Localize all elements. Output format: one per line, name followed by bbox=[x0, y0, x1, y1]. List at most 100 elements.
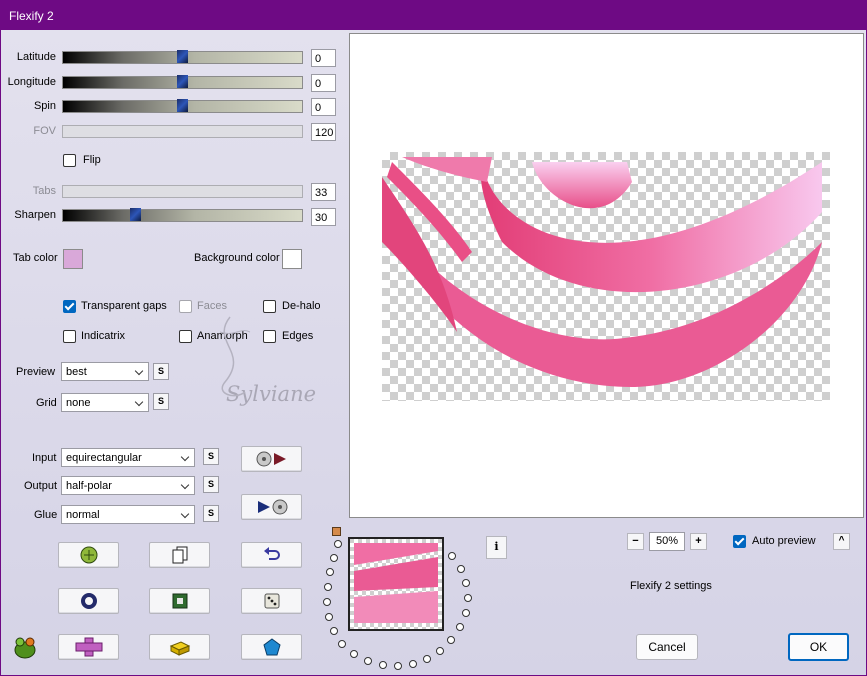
camera-forward-icon bbox=[256, 451, 286, 467]
preview-image bbox=[382, 157, 822, 387]
preview-select[interactable]: best bbox=[61, 362, 149, 381]
input-swap-button[interactable]: S bbox=[203, 448, 219, 465]
title-bar: Flexify 2 bbox=[0, 0, 867, 30]
dice-button[interactable] bbox=[241, 588, 302, 614]
auto-preview-checkbox[interactable] bbox=[733, 535, 746, 548]
edges-checkbox[interactable] bbox=[263, 330, 276, 343]
fov-label: FOV bbox=[33, 125, 56, 137]
input-select-value: equirectangular bbox=[66, 452, 142, 464]
undo-button[interactable] bbox=[241, 542, 302, 568]
tabs-value-field[interactable]: 33 bbox=[311, 183, 336, 201]
brick-icon bbox=[169, 641, 190, 656]
longitude-value-field[interactable]: 0 bbox=[311, 74, 336, 92]
collapse-button[interactable]: ^ bbox=[833, 533, 850, 550]
randomize-button[interactable] bbox=[58, 542, 119, 568]
export-preset-button[interactable] bbox=[241, 446, 302, 472]
edges-label: Edges bbox=[282, 330, 314, 342]
sharpen-slider[interactable] bbox=[62, 208, 303, 222]
output-swap-button[interactable]: S bbox=[203, 476, 219, 493]
navigator-orbit bbox=[323, 540, 472, 670]
grid-select[interactable]: none bbox=[61, 393, 149, 412]
de-halo-label: De-halo bbox=[282, 300, 321, 312]
brick-button[interactable] bbox=[149, 634, 210, 660]
cross-button[interactable] bbox=[58, 634, 119, 660]
ring-button[interactable] bbox=[58, 588, 119, 614]
pentagon-icon bbox=[262, 638, 281, 656]
sharpen-slider-thumb[interactable] bbox=[130, 208, 141, 221]
randomize-icon bbox=[80, 546, 97, 564]
longitude-slider-thumb[interactable] bbox=[177, 75, 188, 88]
chevron-down-icon bbox=[180, 452, 190, 462]
output-select[interactable]: half-polar bbox=[61, 476, 195, 495]
frog-logo-icon bbox=[14, 637, 36, 659]
dice-icon bbox=[264, 593, 279, 609]
auto-preview-label: Auto preview bbox=[752, 535, 816, 547]
tab-color-label: Tab color bbox=[13, 252, 58, 264]
transparent-gaps-checkbox[interactable] bbox=[63, 300, 76, 313]
plus-cross-icon bbox=[75, 637, 102, 657]
frame-button[interactable] bbox=[149, 588, 210, 614]
anamorph-checkbox[interactable] bbox=[179, 330, 192, 343]
faces-label: Faces bbox=[197, 300, 227, 312]
tabs-label: Tabs bbox=[32, 185, 56, 197]
indicatrix-label: Indicatrix bbox=[81, 330, 126, 342]
background-color-label: Background color bbox=[194, 252, 280, 264]
zoom-out-button[interactable]: − bbox=[627, 533, 644, 550]
grid-select-value: none bbox=[66, 397, 91, 409]
tab-color-swatch[interactable] bbox=[63, 249, 83, 269]
fov-slider bbox=[62, 125, 303, 138]
chevron-down-icon bbox=[180, 509, 190, 519]
preview-swap-button[interactable]: S bbox=[153, 363, 169, 380]
glue-swap-button[interactable]: S bbox=[203, 505, 219, 522]
square-frame-icon bbox=[172, 593, 187, 609]
chevron-down-icon bbox=[134, 366, 144, 376]
chevron-down-icon bbox=[134, 397, 144, 407]
output-select-value: half-polar bbox=[66, 480, 112, 492]
sharpen-label: Sharpen bbox=[14, 209, 56, 221]
zoom-in-button[interactable]: + bbox=[690, 533, 707, 550]
spin-label: Spin bbox=[33, 100, 56, 112]
flip-label: Flip bbox=[83, 154, 101, 166]
spin-value-field[interactable]: 0 bbox=[311, 98, 336, 116]
play-camera-icon bbox=[257, 499, 287, 515]
indicatrix-checkbox[interactable] bbox=[63, 330, 76, 343]
faces-checkbox bbox=[179, 300, 192, 313]
transparent-gaps-label: Transparent gaps bbox=[81, 300, 167, 312]
latitude-label: Latitude bbox=[16, 51, 56, 63]
glue-select-value: normal bbox=[66, 509, 100, 521]
copy-icon bbox=[172, 546, 187, 564]
spin-slider-thumb[interactable] bbox=[177, 99, 188, 112]
grid-swap-button[interactable]: S bbox=[153, 393, 169, 410]
tabs-slider bbox=[62, 185, 303, 198]
ring-icon bbox=[80, 593, 97, 609]
longitude-slider[interactable] bbox=[62, 75, 303, 89]
window-title: Flexify 2 bbox=[9, 9, 54, 23]
latitude-value-field[interactable]: 0 bbox=[311, 49, 336, 67]
flip-checkbox[interactable] bbox=[63, 154, 76, 167]
de-halo-checkbox[interactable] bbox=[263, 300, 276, 313]
watermark-flourish-icon bbox=[219, 316, 251, 397]
copy-button[interactable] bbox=[149, 542, 210, 568]
latitude-slider[interactable] bbox=[62, 50, 303, 64]
spin-slider[interactable] bbox=[62, 99, 303, 113]
preview-label: Preview bbox=[16, 366, 56, 378]
sharpen-value-field[interactable]: 30 bbox=[311, 208, 336, 226]
input-select[interactable]: equirectangular bbox=[61, 448, 195, 467]
latitude-slider-thumb[interactable] bbox=[177, 50, 188, 63]
import-preset-button[interactable] bbox=[241, 494, 302, 520]
preview-select-value: best bbox=[66, 366, 87, 378]
output-label: Output bbox=[24, 480, 58, 492]
background-color-swatch[interactable] bbox=[282, 249, 302, 269]
cancel-button[interactable]: Cancel bbox=[636, 634, 698, 660]
ok-button[interactable]: OK bbox=[788, 633, 849, 661]
undo-icon bbox=[263, 547, 280, 560]
zoom-level-field[interactable]: 50% bbox=[649, 532, 685, 551]
info-button[interactable]: i bbox=[486, 536, 507, 559]
longitude-label: Longitude bbox=[7, 76, 56, 88]
pentagon-button[interactable] bbox=[241, 634, 302, 660]
fov-value-field[interactable]: 120 bbox=[311, 123, 336, 141]
grid-label: Grid bbox=[36, 397, 57, 409]
chevron-down-icon bbox=[180, 480, 190, 490]
glue-select[interactable]: normal bbox=[61, 505, 195, 524]
settings-label: Flexify 2 settings bbox=[630, 580, 712, 592]
